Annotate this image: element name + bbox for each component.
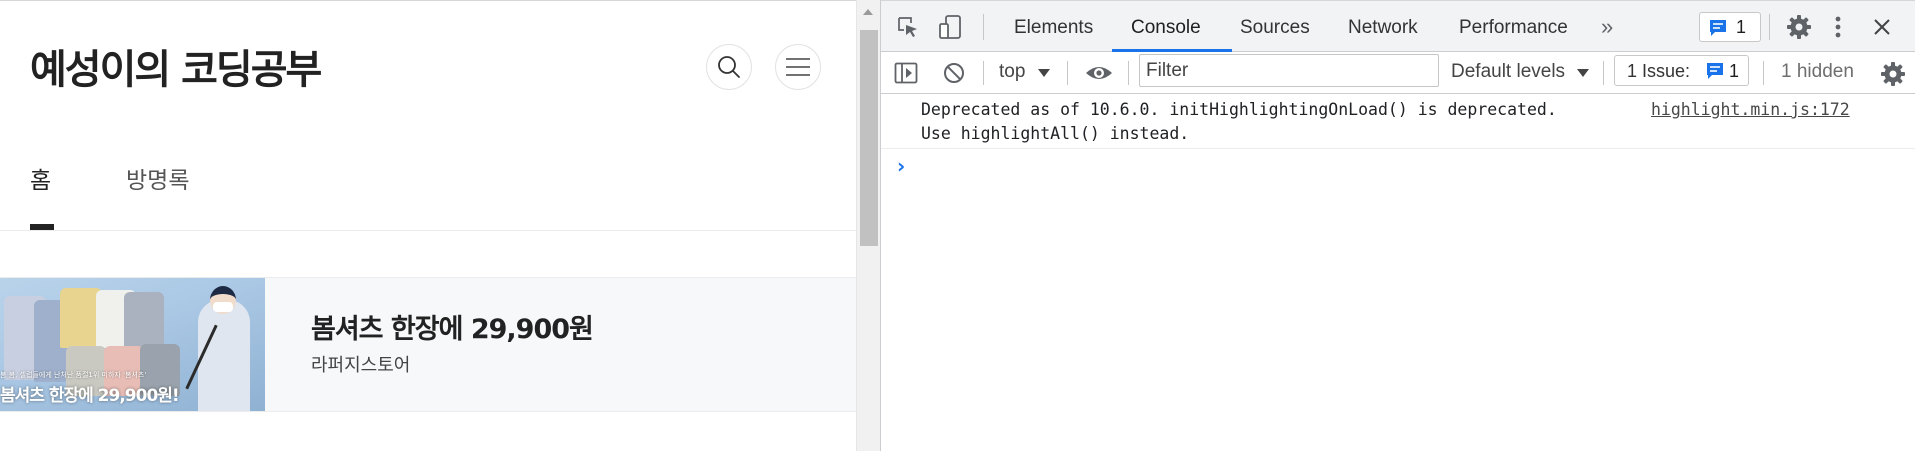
toolbar-separator [983,14,984,40]
search-button[interactable] [706,44,752,90]
toolbar-separator [1128,61,1129,85]
chevron-down-icon[interactable] [1577,69,1589,77]
ad-advertiser[interactable]: 라퍼지스토어 [311,351,410,377]
toolbar-separator [1763,61,1764,85]
console-message-source-link[interactable]: highlight.min.js:172 [1651,100,1850,119]
clear-console-icon[interactable] [941,60,967,86]
live-expression-eye-icon[interactable] [1081,60,1117,86]
console-toolbar: top Default levels 1 Issue: 1 1 hidden [881,52,1915,94]
ad-banner[interactable]: 봄 봄, 셀럽들에게 난처난 품절1위 미하자 '봄셔츠' 봄셔츠 한장에 29… [0,277,856,412]
toolbar-separator [1067,61,1068,85]
more-options-kebab-icon[interactable] [1829,13,1847,41]
toolbar-separator [1603,61,1604,85]
console-settings-gear-icon[interactable] [1879,60,1907,88]
issues-button[interactable]: 1 Issue: 1 [1614,55,1749,86]
console-filter-input[interactable] [1139,54,1439,87]
page-scrollbar[interactable] [856,0,880,451]
tab-performance[interactable]: Performance [1459,17,1568,39]
console-output[interactable]: Deprecated as of 10.6.0. initHighlightin… [881,94,1915,451]
tab-sources[interactable]: Sources [1240,17,1310,39]
scroll-up-arrow-icon[interactable] [863,9,873,15]
console-prompt-chevron-icon[interactable]: › [897,154,905,178]
ad-image[interactable]: 봄 봄, 셀럽들에게 난처난 품절1위 미하자 '봄셔츠' 봄셔츠 한장에 29… [0,278,265,411]
tab-console[interactable]: Console [1131,17,1201,39]
shirt-shape [124,292,164,348]
messages-badge-button[interactable]: 1 [1699,12,1761,42]
hamburger-menu-icon [786,58,810,76]
inspect-element-icon[interactable] [895,14,921,40]
menu-button[interactable] [775,44,821,90]
issues-count: 1 [1729,61,1740,81]
messages-count: 1 [1736,17,1747,37]
settings-gear-icon[interactable] [1785,13,1813,41]
ad-image-subtext: 봄 봄, 셀럽들에게 난처난 품절1위 미하자 '봄셔츠' [0,371,147,379]
tab-divider [0,230,856,231]
issues-label: 1 Issue: [1627,61,1691,81]
blog-title[interactable]: 예성이의 코딩공부 [30,37,322,95]
more-tabs-icon[interactable]: » [1601,14,1613,40]
tab-home[interactable]: 홈 [30,161,51,195]
blog-page: 예성이의 코딩공부 홈 방명록 봄 봄, 셀럽들에게 난처난 품절1위 미하자 … [0,0,856,451]
message-icon [1710,20,1726,36]
console-message[interactable]: Deprecated as of 10.6.0. initHighlightin… [881,94,1915,149]
scroll-thumb[interactable] [860,30,878,246]
show-sidebar-icon[interactable] [893,60,919,86]
console-message-text: Deprecated as of 10.6.0. initHighlightin… [921,100,1557,119]
hidden-messages-count: 1 hidden [1781,61,1854,82]
tab-network[interactable]: Network [1348,17,1418,39]
devtools-tabbar: Elements Console Sources Network Perform… [881,0,1915,52]
close-devtools-icon[interactable] [1869,14,1895,40]
ad-image-text: 봄셔츠 한장에 29,900원! [0,386,180,406]
context-selector[interactable]: top [999,61,1025,83]
ad-title[interactable]: 봄셔츠 한장에 29,900원 [311,307,594,346]
tab-guestbook[interactable]: 방명록 [126,161,189,195]
chevron-down-icon[interactable] [1038,69,1050,77]
model-mask [213,302,233,312]
search-icon [718,56,740,78]
model-figure [198,300,250,411]
message-icon [1707,63,1723,79]
toolbar-separator [1769,14,1770,40]
log-levels-dropdown[interactable]: Default levels [1451,61,1565,83]
console-message-text: Use highlightAll() instead. [921,124,1190,143]
device-toolbar-icon[interactable] [937,13,965,41]
devtools-panel: Elements Console Sources Network Perform… [880,0,1915,451]
tab-elements[interactable]: Elements [1014,17,1093,39]
toolbar-separator [983,61,984,85]
